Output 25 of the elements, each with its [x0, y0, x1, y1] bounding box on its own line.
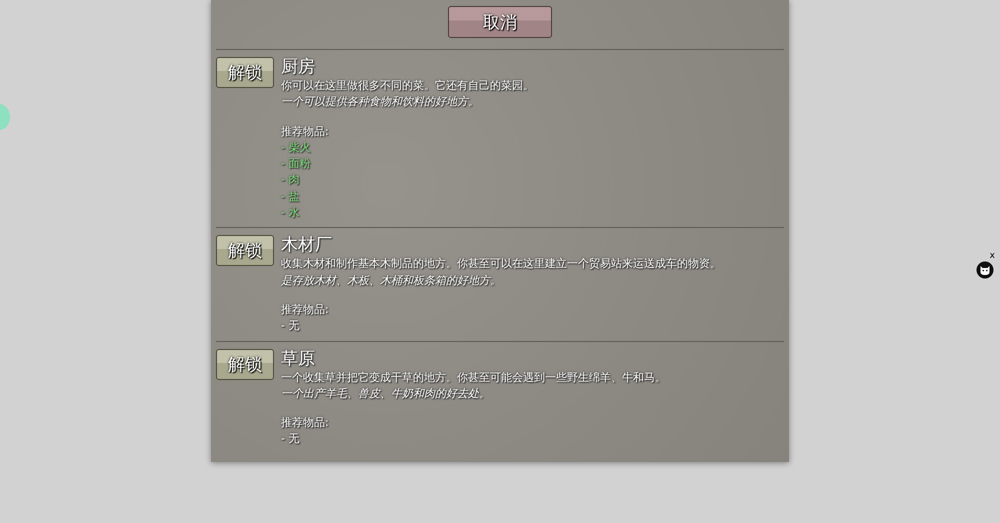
items-label: 推荐物品:: [281, 124, 330, 140]
building-note: 一个可以提供各种食物和饮料的好地方。: [281, 94, 480, 110]
building-note: 一个出产羊毛、兽皮、牛奶和肉的好去处。: [281, 386, 491, 402]
items-label: 推荐物品:: [281, 415, 330, 432]
recommended-item: - 无: [281, 318, 300, 334]
building-title: 草原: [281, 348, 316, 370]
unlock-button[interactable]: 解锁: [216, 348, 274, 380]
building-title: 木材厂: [281, 234, 333, 256]
building-title: 厨房: [281, 56, 316, 78]
recommended-item: - 盐: [281, 188, 300, 205]
building-note: 是存放木材、木板、木桶和板条箱的好地方。: [281, 272, 502, 289]
recommended-item: - 柴火: [281, 140, 312, 156]
recommended-item: - 水: [281, 205, 300, 222]
unlock-button[interactable]: 解锁: [216, 57, 274, 88]
building-description: 你可以在这里做很多不同的菜。它还有自己的菜园。: [281, 78, 534, 94]
building-description: 一个收集草并把它变成干草的地方。你甚至可能会遇到一些野生绵羊、牛和马。: [281, 370, 666, 386]
items-label: 推荐物品:: [281, 302, 330, 318]
recommended-item: - 面粉: [281, 156, 312, 172]
recommended-item: - 无: [281, 431, 300, 448]
building-description: 收集木材和制作基本木制品的地方。你甚至可以在这里建立一个贸易站来运送成车的物资。: [281, 256, 721, 272]
recommended-item: - 肉: [281, 172, 300, 188]
cat-face-icon[interactable]: [976, 261, 994, 279]
close-mark[interactable]: x: [990, 252, 995, 261]
cancel-button[interactable]: 取消: [448, 6, 552, 38]
unlock-button[interactable]: 解锁: [216, 235, 274, 266]
